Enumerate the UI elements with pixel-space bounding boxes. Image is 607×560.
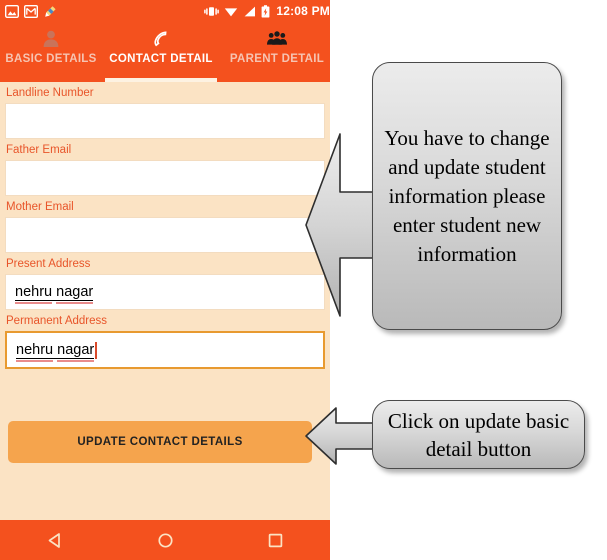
misspelled-word: nagar <box>56 283 94 304</box>
phone-screen: 12:08 PM BASIC DETAILS CONTACT DETAIL PA… <box>0 0 330 560</box>
text-cursor <box>95 341 97 359</box>
contact-detail-form: Landline Number Father Email Mother Emai… <box>0 82 330 520</box>
tab-contact-detail[interactable]: CONTACT DETAIL <box>102 22 220 82</box>
cleaner-icon <box>45 5 56 17</box>
field-permanent-address: Permanent Address nehru nagar <box>0 310 330 369</box>
android-nav-bar <box>0 520 330 560</box>
input-father-email[interactable] <box>5 160 325 196</box>
input-permanent-address[interactable]: nehru nagar <box>5 331 325 369</box>
phone-icon <box>151 28 171 50</box>
tab-parent-detail[interactable]: PARENT DETAIL <box>218 22 330 82</box>
status-bar: 12:08 PM <box>0 0 330 22</box>
tab-parent-detail-label: PARENT DETAIL <box>229 53 325 65</box>
field-label-mother-email: Mother Email <box>6 201 74 213</box>
callout-instruction-1-text: You have to change and update student in… <box>384 125 550 266</box>
field-father-email: Father Email <box>0 139 330 196</box>
input-permanent-address-value: nehru nagar <box>16 341 95 362</box>
update-contact-details-button[interactable]: UPDATE CONTACT DETAILS <box>8 421 312 463</box>
recents-square-icon[interactable] <box>249 520 301 560</box>
home-circle-icon[interactable] <box>139 520 191 560</box>
input-present-address[interactable]: nehru nagar <box>5 274 325 310</box>
status-bar-right-icons <box>204 4 276 18</box>
misspelled-word: nehru <box>16 341 54 362</box>
person-icon <box>41 28 61 50</box>
screenshot-icon <box>5 4 19 18</box>
field-label-present-address: Present Address <box>6 258 91 270</box>
tab-basic-details-label: BASIC DETAILS <box>5 53 97 65</box>
tab-contact-detail-label: CONTACT DETAIL <box>109 53 213 65</box>
callout-instruction-2: Click on update basic detail button <box>372 400 585 469</box>
callout-instruction-1: You have to change and update student in… <box>372 62 562 330</box>
gmail-icon <box>24 4 38 18</box>
vibrate-icon <box>204 6 220 16</box>
field-label-father-email: Father Email <box>6 144 72 156</box>
field-mother-email: Mother Email <box>0 196 330 253</box>
field-present-address: Present Address nehru nagar <box>0 253 330 310</box>
wifi-icon <box>225 7 238 16</box>
field-landline-number: Landline Number <box>0 82 330 139</box>
back-triangle-icon[interactable] <box>29 520 81 560</box>
signal-icon <box>244 6 256 16</box>
tab-basic-details[interactable]: BASIC DETAILS <box>0 22 106 82</box>
input-mother-email[interactable] <box>5 217 325 253</box>
input-landline-number[interactable] <box>5 103 325 139</box>
field-label-landline-number: Landline Number <box>6 87 94 99</box>
misspelled-word: nehru <box>15 283 53 304</box>
input-present-address-value: nehru nagar <box>15 283 94 304</box>
tab-bar: BASIC DETAILS CONTACT DETAIL PARENT DETA… <box>0 22 330 82</box>
battery-charging-icon <box>261 4 270 17</box>
status-bar-clock: 12:08 PM <box>276 4 330 18</box>
field-label-permanent-address: Permanent Address <box>6 315 108 327</box>
misspelled-word: nagar <box>57 341 95 362</box>
group-icon <box>266 28 288 50</box>
status-bar-left-icons <box>0 4 57 18</box>
callout-instruction-2-text: Click on update basic detail button <box>387 408 570 461</box>
